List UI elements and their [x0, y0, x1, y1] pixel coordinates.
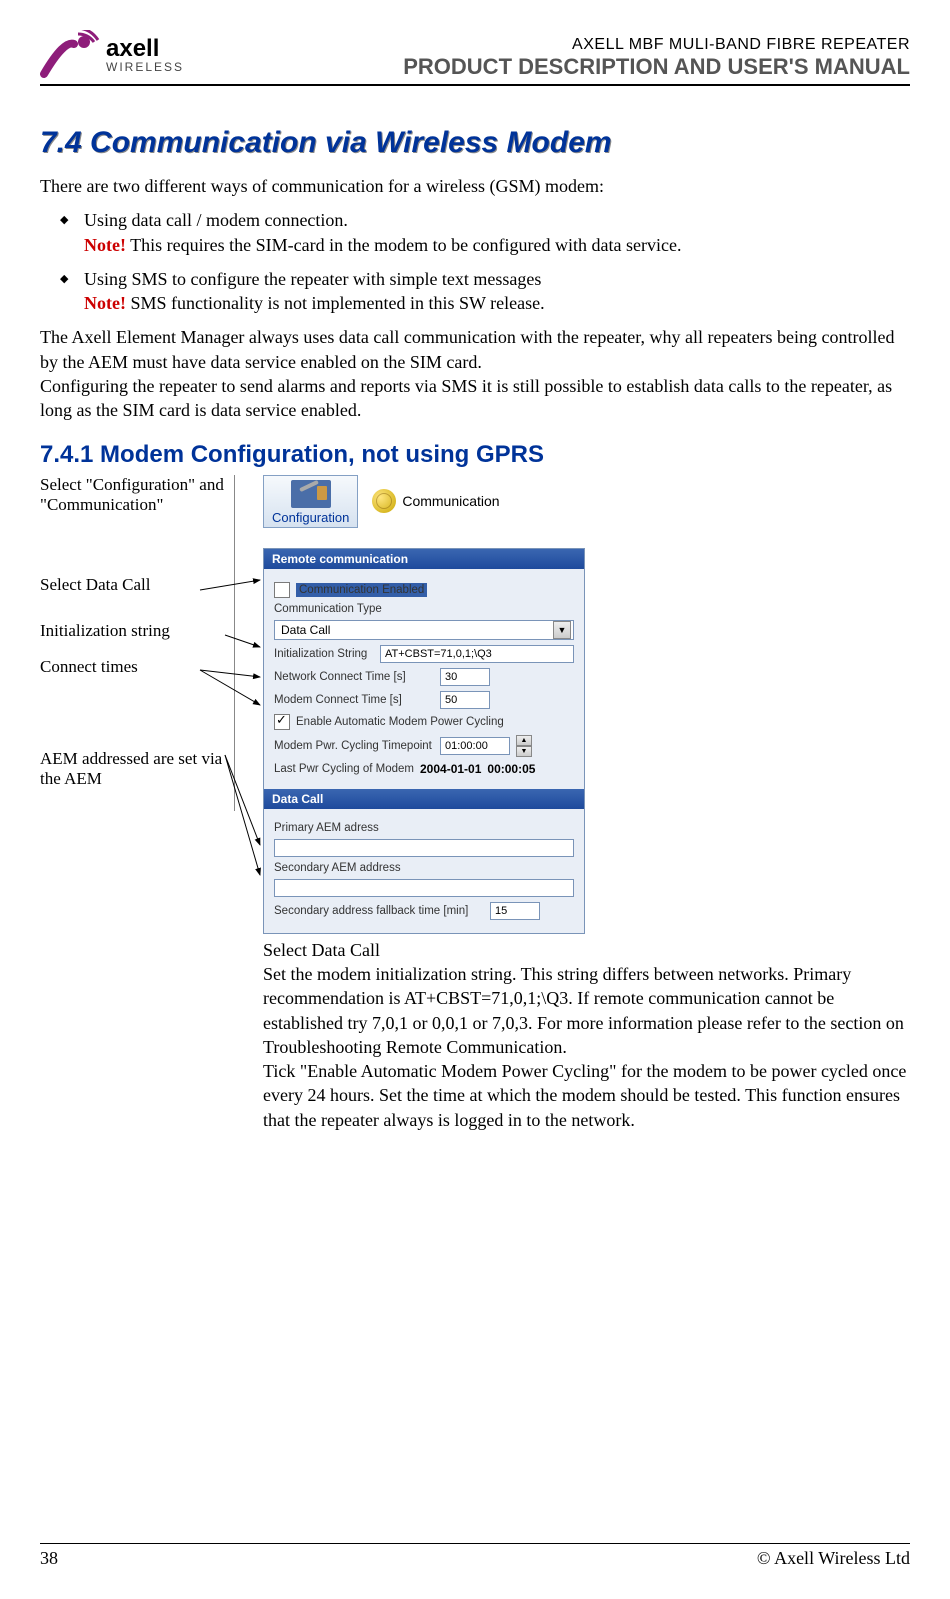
auto-power-cycle-label: Enable Automatic Modem Power Cycling [296, 716, 504, 728]
remote-communication-panel: Remote communication Communication Enabl… [263, 548, 585, 934]
pwr-cycling-timepoint-input[interactable] [440, 737, 510, 755]
modem-connect-label: Modem Connect Time [s] [274, 694, 434, 706]
logo-brand: axell [106, 35, 159, 62]
logo-subtitle: WIRELESS [106, 61, 184, 73]
manual-line: PRODUCT DESCRIPTION AND USER'S MANUAL [403, 54, 910, 80]
communication-type-value: Data Call [281, 623, 330, 637]
paragraph-2: The Axell Element Manager always uses da… [40, 325, 910, 422]
wrench-icon [291, 480, 331, 508]
bullet-1-note-label: Note! [84, 235, 126, 255]
time-spinner[interactable]: ▲ ▼ [516, 735, 532, 757]
chevron-down-icon[interactable]: ▼ [516, 746, 532, 757]
fallback-time-label: Secondary address fallback time [min] [274, 905, 484, 917]
intro-text: There are two different ways of communic… [40, 174, 910, 198]
callout-select-datacall: Select Data Call [40, 575, 228, 619]
communication-enabled-checkbox[interactable] [274, 582, 290, 598]
callout-aem-address: AEM addressed are set via the AEM [40, 749, 228, 809]
communication-type-select[interactable]: Data Call ▼ [274, 620, 574, 640]
bullet-1-note-text: This requires the SIM-card in the modem … [126, 235, 682, 255]
instructions-text: Select Data Call Set the modem initializ… [263, 938, 910, 1132]
communication-label: Communication [402, 493, 499, 509]
logo: axell WIRELESS [40, 30, 184, 80]
network-connect-label: Network Connect Time [s] [274, 671, 434, 683]
auto-power-cycle-checkbox[interactable] [274, 714, 290, 730]
communication-type-label: Communication Type [274, 603, 382, 615]
secondary-aem-input[interactable] [274, 879, 574, 897]
secondary-aem-label: Secondary AEM address [274, 862, 401, 874]
callout-init-string: Initialization string [40, 621, 228, 655]
primary-aem-input[interactable] [274, 839, 574, 857]
callout-select-config: Select "Configuration" and "Communicatio… [40, 475, 228, 573]
init-string-label: Initialization String [274, 648, 374, 660]
init-string-input[interactable] [380, 645, 574, 663]
communication-button[interactable]: Communication [372, 489, 499, 513]
globe-icon [372, 489, 396, 513]
pwr-cycling-timepoint-label: Modem Pwr. Cycling Timepoint [274, 740, 434, 752]
panel-title-remote: Remote communication [264, 549, 584, 569]
bullet-2: Using SMS to configure the repeater with… [60, 267, 910, 316]
bullet-2-note-text: SMS functionality is not implemented in … [126, 293, 545, 313]
bullet-1: Using data call / modem connection. Note… [60, 208, 910, 257]
panel-title-datacall: Data Call [264, 789, 584, 809]
chevron-up-icon[interactable]: ▲ [516, 735, 532, 746]
subsection-title: 7.4.1 Modem Configuration, not using GPR… [40, 441, 910, 469]
primary-aem-label: Primary AEM adress [274, 822, 379, 834]
callout-labels: Select "Configuration" and "Communicatio… [40, 475, 235, 811]
last-pwr-cycling-label: Last Pwr Cycling of Modem [274, 763, 414, 775]
copyright: © Axell Wireless Ltd [757, 1548, 910, 1569]
page-number: 38 [40, 1548, 58, 1569]
logo-icon [40, 30, 100, 80]
product-line: AXELL MBF MULI-BAND FIBRE REPEATER [403, 36, 910, 54]
last-pwr-date: 2004-01-01 [420, 762, 481, 776]
chevron-down-icon[interactable]: ▼ [553, 621, 571, 639]
configuration-label: Configuration [272, 510, 349, 525]
callout-connect-times: Connect times [40, 657, 228, 747]
configuration-button[interactable]: Configuration [263, 475, 358, 528]
section-title: 7.4 Communication via Wireless Modem [40, 126, 910, 160]
modem-connect-input[interactable] [440, 691, 490, 709]
bullet-2-line: Using SMS to configure the repeater with… [84, 269, 541, 289]
bullet-1-line: Using data call / modem connection. [84, 210, 348, 230]
page-footer: 38 © Axell Wireless Ltd [40, 1543, 910, 1569]
logo-text: axell WIRELESS [106, 37, 184, 73]
page-header: axell WIRELESS AXELL MBF MULI-BAND FIBRE… [40, 30, 910, 86]
communication-enabled-label: Communication Enabled [296, 583, 427, 597]
bullet-2-note-label: Note! [84, 293, 126, 313]
network-connect-input[interactable] [440, 668, 490, 686]
fallback-time-input[interactable] [490, 902, 540, 920]
last-pwr-time: 00:00:05 [487, 762, 535, 776]
